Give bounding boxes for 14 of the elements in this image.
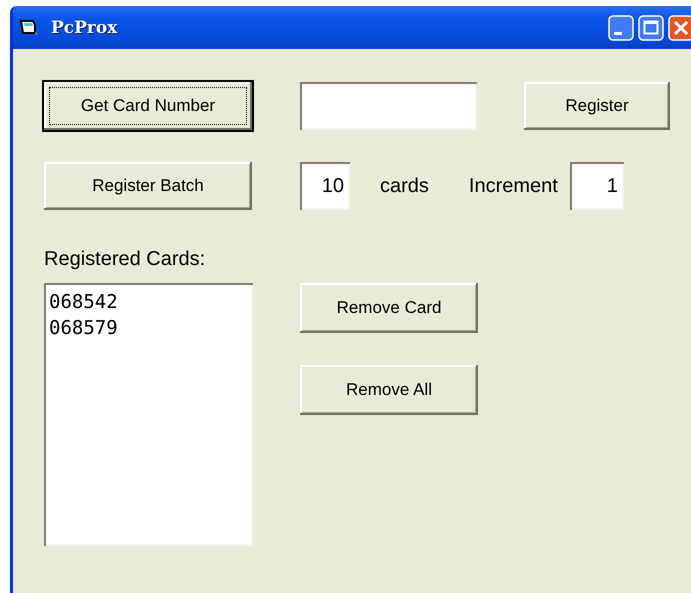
card-number-field[interactable] bbox=[300, 82, 477, 130]
minimize-icon[interactable] bbox=[608, 14, 634, 40]
card-list-item[interactable]: 068542 bbox=[49, 289, 248, 315]
maximize-icon[interactable] bbox=[638, 14, 664, 40]
registered-cards-label: Registered Cards: bbox=[44, 248, 206, 271]
increment-field[interactable]: 1 bbox=[570, 162, 624, 210]
app-icon bbox=[19, 18, 39, 36]
close-icon[interactable] bbox=[668, 14, 691, 40]
card-list-item[interactable]: 068579 bbox=[49, 315, 248, 341]
cards-label: cards bbox=[380, 174, 429, 198]
increment-label: Increment bbox=[468, 174, 558, 198]
card-list[interactable]: 068542 068579 bbox=[44, 283, 253, 546]
card-count-field[interactable]: 10 bbox=[300, 162, 350, 210]
window-title: PcProx bbox=[51, 18, 118, 38]
